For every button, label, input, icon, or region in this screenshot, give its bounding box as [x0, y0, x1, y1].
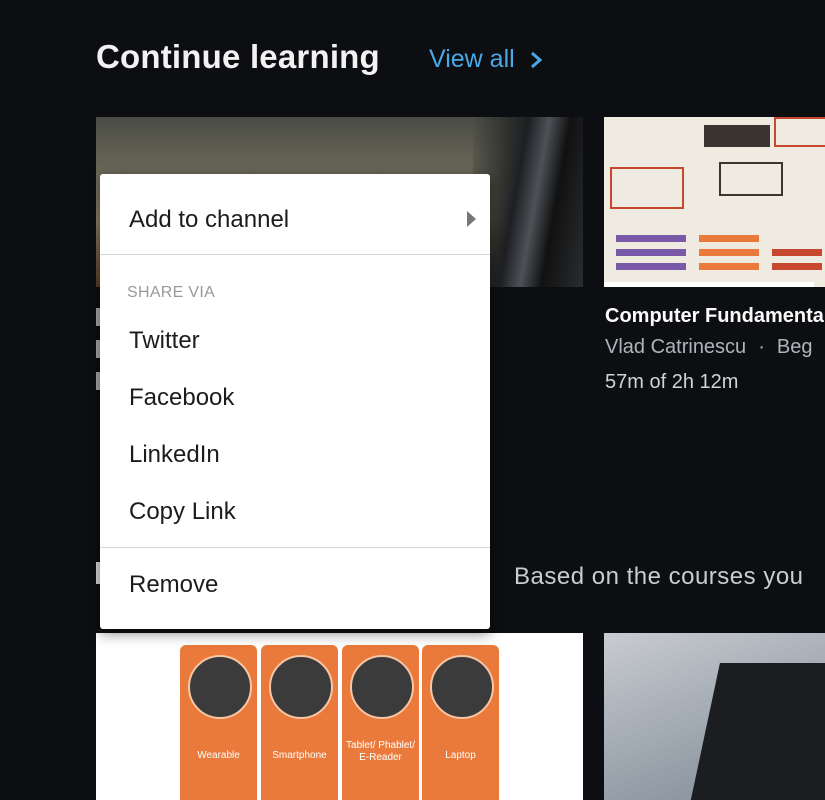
course-thumbnail-3[interactable]: Wearable Smartphone Tablet/ Phablet/ E-R… — [96, 633, 583, 800]
device-tile-label: Smartphone — [272, 750, 327, 761]
course-progress-text: 57m of 2h 12m — [605, 371, 739, 393]
recommendations-subtitle: Based on the courses you — [514, 563, 804, 590]
diagram-bar — [772, 249, 822, 256]
diagram-box — [719, 162, 783, 196]
copy-link-item[interactable]: Copy Link — [129, 498, 236, 526]
view-all-label: View all — [429, 45, 515, 73]
diagram-box — [610, 167, 684, 209]
view-all-link[interactable]: View all — [429, 45, 543, 74]
submenu-arrow-icon — [467, 211, 476, 227]
add-to-channel-item[interactable]: Add to channel — [129, 206, 289, 234]
device-tile-label: Wearable — [197, 750, 240, 761]
chevron-right-icon — [530, 51, 542, 68]
diagram-bar — [616, 235, 686, 242]
course-thumbnail-2[interactable] — [604, 117, 825, 287]
device-tile-wearable: Wearable — [180, 645, 257, 800]
remove-item[interactable]: Remove — [129, 571, 218, 599]
course-level: Beg — [776, 336, 813, 358]
context-menu: Add to channel SHARE VIA Twitter Faceboo… — [100, 174, 490, 629]
device-tile-label: Laptop — [445, 750, 476, 761]
separator-dot: · — [758, 336, 765, 358]
course-thumbnail-4[interactable] — [604, 633, 825, 800]
course-author: Vlad Catrinescu — [605, 336, 747, 358]
course-title[interactable]: Computer Fundamenta — [605, 305, 824, 328]
tablet-icon — [350, 655, 414, 719]
section-title: Continue learning — [96, 38, 380, 75]
course-author-line: Vlad Catrinescu · Beg — [605, 336, 812, 359]
diagram-bar — [616, 263, 686, 270]
menu-divider — [100, 547, 490, 548]
diagram-bar — [699, 249, 759, 256]
wearable-icon — [188, 655, 252, 719]
share-linkedin-item[interactable]: LinkedIn — [129, 441, 220, 469]
menu-divider — [100, 254, 490, 255]
share-facebook-item[interactable]: Facebook — [129, 384, 234, 412]
laptop-icon — [430, 655, 494, 719]
diagram-bar — [699, 263, 759, 270]
diagram-bar — [772, 263, 822, 270]
course-progress-bar — [604, 282, 814, 287]
smartphone-icon — [269, 655, 333, 719]
device-tile-laptop: Laptop — [422, 645, 499, 800]
device-tile-tablet: Tablet/ Phablet/ E-Reader — [342, 645, 419, 800]
share-twitter-item[interactable]: Twitter — [129, 327, 200, 355]
diagram-box — [704, 125, 770, 147]
thumbnail-laptop-detail — [688, 663, 825, 800]
device-tile-smartphone: Smartphone — [261, 645, 338, 800]
device-tile-label: Tablet/ Phablet/ E-Reader — [346, 740, 415, 763]
diagram-box — [774, 117, 825, 147]
diagram-bar — [699, 235, 759, 242]
diagram-bar — [616, 249, 686, 256]
share-via-heading: SHARE VIA — [127, 284, 216, 301]
